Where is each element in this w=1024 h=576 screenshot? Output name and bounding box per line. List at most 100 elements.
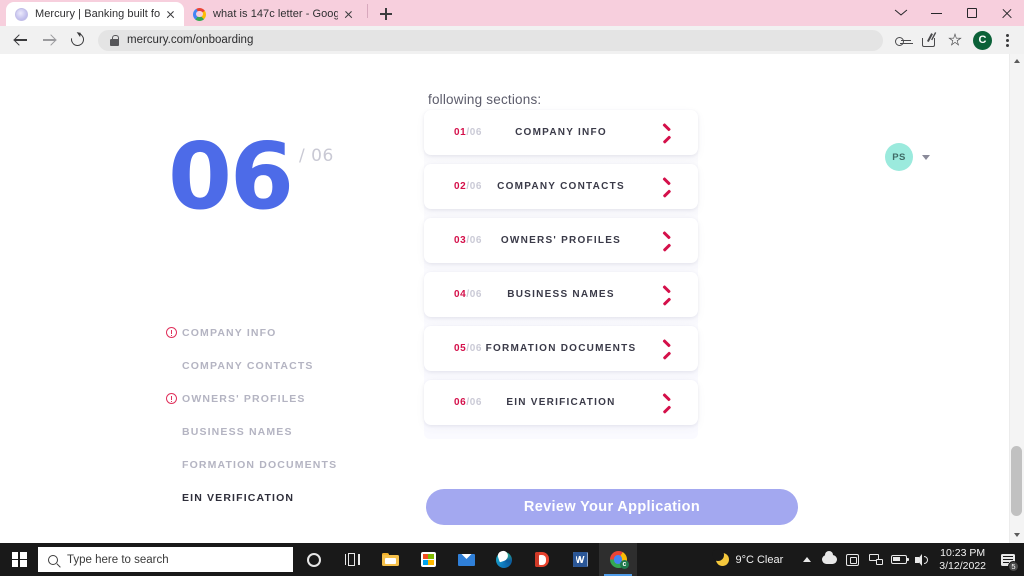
onedrive-tray-button[interactable] [818,543,841,576]
browser-tab-mercury[interactable]: Mercury | Banking built for startu [6,2,184,26]
microsoft-store-button[interactable] [409,543,447,576]
close-icon[interactable] [341,7,356,22]
step-index-number: 03 [454,235,467,246]
microsoft-word-icon [572,552,588,567]
task-view-button[interactable] [333,543,371,576]
step-card-formation-documents[interactable]: 05/06 FORMATION DOCUMENTS [424,326,698,371]
taskbar-search-input[interactable]: Type here to search [38,547,293,572]
avatar[interactable]: PS [885,143,913,171]
volume-tray-button[interactable] [910,543,933,576]
maximize-button[interactable] [954,0,989,26]
step-index-total: /06 [466,289,483,300]
task-view-icon [344,553,360,566]
step-card-list: 01/06 COMPANY INFO 02/06 COMPANY CONTACT… [424,110,698,439]
window-close-button[interactable] [989,0,1024,26]
sidebar-item-formation-documents[interactable]: FORMATION DOCUMENTS [166,448,406,481]
minimize-button[interactable] [919,0,954,26]
clock-time: 10:23 PM [940,546,986,559]
forward-button[interactable] [36,27,62,53]
microsoft-office-button[interactable] [523,543,561,576]
step-index: 02/06 [454,181,482,192]
microsoft-edge-icon [496,551,512,568]
meet-now-tray-button[interactable] [841,543,864,576]
mail-button[interactable] [447,543,485,576]
sidebar-item-label: COMPANY INFO [182,326,277,339]
kebab-menu-icon[interactable] [998,28,1016,52]
progress-counter: 06 / 06 [168,123,334,230]
progress-current: 06 [168,123,294,230]
battery-icon [890,555,909,564]
reload-button[interactable] [64,27,90,53]
step-card-owners-profiles[interactable]: 03/06 OWNERS' PROFILES [424,218,698,263]
scroll-up-arrow-icon[interactable] [1010,54,1024,69]
step-card-ein-verification[interactable]: 06/06 EIN VERIFICATION [424,380,698,425]
browser-tab-google-search[interactable]: what is 147c letter - Google Sear [184,2,362,26]
progress-total: / 06 [299,146,334,166]
google-chrome-button[interactable]: c [599,543,637,576]
chevron-right-icon[interactable] [659,397,670,408]
password-key-icon[interactable] [891,28,915,52]
microsoft-word-button[interactable] [561,543,599,576]
notification-center-button[interactable]: 5 [996,543,1020,576]
cloud-icon [822,551,838,564]
step-index-number: 05 [454,343,467,354]
network-icon [868,554,883,565]
taskbar-clock[interactable]: 10:23 PM 3/12/2022 [939,547,986,573]
account-menu[interactable]: PS [885,143,930,171]
sidebar-item-company-contacts[interactable]: COMPANY CONTACTS [166,349,406,382]
step-index-number: 04 [454,289,467,300]
back-button[interactable] [8,27,34,53]
speaker-icon [915,553,929,566]
browser-profile-avatar[interactable]: C [973,30,992,50]
step-index-total: /06 [466,181,483,192]
sidebar-item-label: OWNERS' PROFILES [182,392,306,405]
start-button[interactable] [0,543,38,576]
network-tray-button[interactable] [864,543,887,576]
sidebar-item-ein-verification[interactable]: EIN VERIFICATION [166,481,406,514]
scrollbar-thumb[interactable] [1011,446,1022,516]
file-explorer-button[interactable] [371,543,409,576]
review-application-button[interactable]: Review Your Application [426,489,798,525]
close-icon[interactable] [163,7,178,22]
chevron-right-icon[interactable] [659,181,670,192]
search-icon [48,554,58,565]
browser-toolbar: mercury.com/onboarding C [0,26,1024,54]
mercury-onboarding-page: following sections: 06 / 06 COMPANY INFO… [0,54,1009,543]
chevron-right-icon[interactable] [659,235,670,246]
step-index: 03/06 [454,235,482,246]
step-card-company-info[interactable]: 01/06 COMPANY INFO [424,110,698,155]
page-scrollbar[interactable] [1009,54,1024,543]
window-controls [884,0,1024,26]
step-index-total: /06 [466,127,483,138]
sidebar-item-company-info[interactable]: COMPANY INFO [166,316,406,349]
address-bar[interactable]: mercury.com/onboarding [98,29,883,51]
chevron-right-icon[interactable] [659,127,670,138]
lock-icon [110,34,119,46]
warning-icon [166,327,177,338]
share-icon[interactable] [917,28,941,52]
chrome-badge-icon: c [620,560,629,569]
scroll-down-arrow-icon[interactable] [1010,528,1024,543]
reload-icon [68,30,87,49]
battery-tray-button[interactable] [887,543,910,576]
chevron-right-icon[interactable] [659,289,670,300]
show-hidden-icons-button[interactable] [795,543,818,576]
step-card-business-names[interactable]: 04/06 BUSINESS NAMES [424,272,698,317]
file-explorer-icon [381,552,399,567]
taskbar-weather[interactable]: 9°C Clear [712,549,784,566]
weather-text: 9°C Clear [735,553,784,566]
microsoft-edge-button[interactable] [485,543,523,576]
chevron-down-icon[interactable] [884,0,919,26]
step-card-company-contacts[interactable]: 02/06 COMPANY CONTACTS [424,164,698,209]
cortana-button[interactable] [295,543,333,576]
chevron-down-icon[interactable] [922,154,930,160]
step-index: 04/06 [454,289,482,300]
sidebar-item-business-names[interactable]: BUSINESS NAMES [166,415,406,448]
bookmark-star-icon[interactable] [943,28,967,52]
new-tab-button[interactable] [373,2,399,26]
sidebar-item-owners-profiles[interactable]: OWNERS' PROFILES [166,382,406,415]
meet-now-icon [846,553,860,566]
mercury-favicon [15,7,28,21]
chevron-right-icon[interactable] [659,343,670,354]
browser-window: Mercury | Banking built for startu what … [0,0,1024,543]
